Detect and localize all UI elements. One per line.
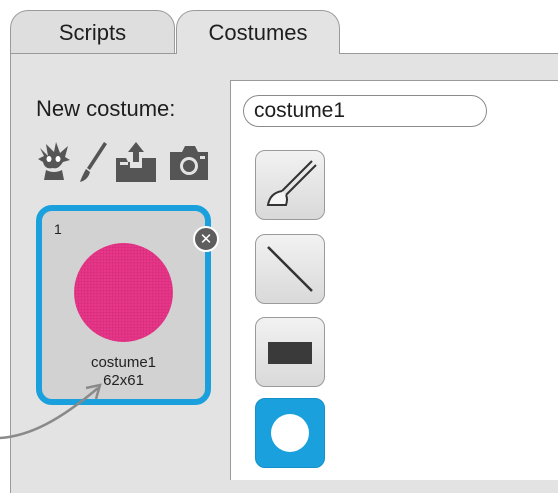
costume-name: costume1 bbox=[90, 354, 157, 371]
line-icon bbox=[267, 246, 313, 292]
callout-arrow bbox=[0, 383, 102, 440]
ellipse-tool-button[interactable] bbox=[255, 398, 325, 468]
costume-thumbnail bbox=[74, 243, 173, 342]
delete-costume-button[interactable]: ✕ bbox=[193, 226, 219, 252]
brush-icon bbox=[266, 160, 317, 206]
ellipse-icon bbox=[271, 414, 309, 452]
paint-brush-icon[interactable] bbox=[78, 140, 108, 189]
close-icon: ✕ bbox=[199, 230, 213, 248]
rectangle-tool-button[interactable] bbox=[255, 317, 325, 387]
sprite-library-icon[interactable] bbox=[36, 140, 72, 185]
tab-costumes[interactable]: Costumes bbox=[176, 10, 340, 54]
tab-costumes-label: Costumes bbox=[208, 19, 308, 45]
brush-tool-button[interactable] bbox=[255, 150, 325, 220]
camera-icon[interactable] bbox=[168, 140, 210, 187]
costume-name-input[interactable] bbox=[243, 95, 487, 127]
line-tool-button[interactable] bbox=[255, 234, 325, 304]
upload-icon[interactable] bbox=[114, 140, 158, 189]
tab-scripts[interactable]: Scripts bbox=[10, 10, 175, 54]
rectangle-icon bbox=[268, 342, 312, 364]
tab-scripts-label: Scripts bbox=[58, 19, 127, 45]
new-costume-label: New costume: bbox=[36, 96, 176, 121]
costume-index: 1 bbox=[54, 221, 62, 237]
